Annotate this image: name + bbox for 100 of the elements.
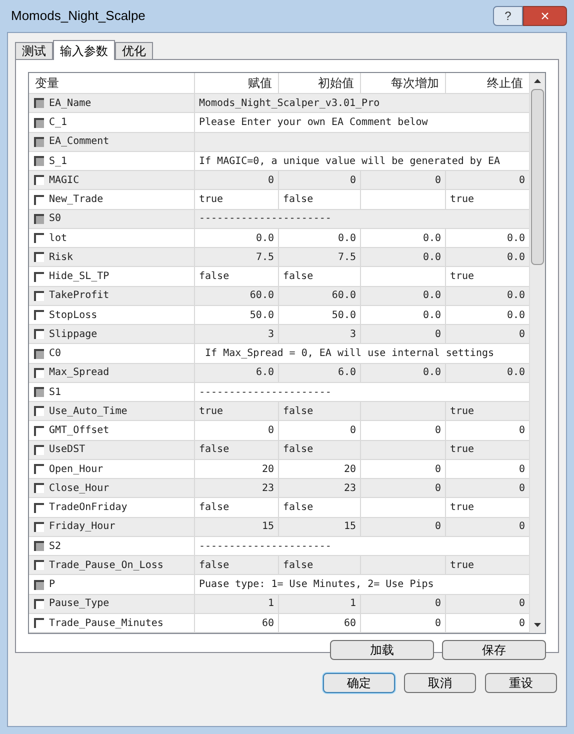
table-cell: false xyxy=(279,556,361,574)
scrollbar[interactable] xyxy=(529,73,545,633)
help-button[interactable]: ? xyxy=(493,6,523,26)
table-cell-text: ---------------------- xyxy=(198,212,332,226)
dialog-button[interactable]: 确定 xyxy=(323,673,395,693)
parameter-name: EA_Name xyxy=(49,96,92,111)
table-cell: 3 xyxy=(195,325,279,344)
table-cell: 0 xyxy=(195,421,279,440)
checkbox[interactable] xyxy=(34,290,44,301)
table-cell: 0 xyxy=(361,479,446,498)
table-cell: 0.0 xyxy=(361,306,446,324)
close-button[interactable]: × xyxy=(523,6,567,26)
scroll-down-icon[interactable] xyxy=(534,623,541,627)
table-cell: 0.0 xyxy=(361,364,446,382)
table-cell: false xyxy=(279,440,361,459)
dialog-button[interactable]: 取消 xyxy=(404,673,476,693)
table-cell-text: 0 xyxy=(518,482,526,496)
table-cell: 0.0 xyxy=(361,248,446,266)
table-cell-text: 0.0 xyxy=(506,232,526,246)
table-cell-text: 0 xyxy=(518,174,526,188)
table-cell: 6.0 xyxy=(279,364,361,382)
table-cell-text: 0 xyxy=(518,328,526,342)
table-cell: 23 xyxy=(195,479,279,498)
table-cell: 7.5 xyxy=(195,248,279,266)
tab[interactable]: 优化 xyxy=(115,42,153,59)
checkbox[interactable] xyxy=(34,406,44,416)
table-cell: 0.0 xyxy=(361,228,446,248)
checkbox[interactable] xyxy=(34,368,44,378)
table-cell-text: true xyxy=(449,501,476,516)
table-cell: 0 xyxy=(361,171,446,190)
parameter-name: MAGIC xyxy=(49,174,80,188)
scroll-up-icon[interactable] xyxy=(534,79,541,83)
table-cell-text: 0 xyxy=(518,616,526,631)
table-cell: true xyxy=(195,190,279,209)
parameter-name: TradeOnFriday xyxy=(49,501,128,516)
dialog-button[interactable]: 重设 xyxy=(485,673,557,693)
table-cell: 0.0 xyxy=(195,228,279,248)
parameter-name: Slippage xyxy=(49,328,98,342)
checkbox[interactable] xyxy=(34,329,44,340)
table-cell: 1 xyxy=(279,594,361,613)
parameter-name: Use_Auto_Time xyxy=(49,404,128,419)
checkbox[interactable] xyxy=(34,483,44,494)
table-cell: 0 xyxy=(361,518,446,536)
table-cell: true xyxy=(195,402,279,420)
parameter-name: S_1 xyxy=(49,154,68,169)
table-cell: 60 xyxy=(195,614,279,632)
column-header[interactable]: 变量 xyxy=(29,73,195,94)
parameter-name: Hide_SL_TP xyxy=(49,270,110,284)
table-cell: 3 xyxy=(279,325,361,344)
table-cell: 60 xyxy=(279,614,361,632)
table-cell-text: Puase type: 1= Use Minutes, 2= Use Pips xyxy=(198,578,435,592)
checkbox[interactable] xyxy=(34,522,44,532)
table-cell-text: 0.0 xyxy=(506,250,526,265)
table-cell: false xyxy=(195,267,279,286)
parameter-name: UseDST xyxy=(49,443,86,458)
parameter-name: StopLoss xyxy=(49,308,98,323)
table-cell: 20 xyxy=(279,460,361,478)
parameter-name: C0 xyxy=(49,347,62,362)
table-cell-text: If Max_Spread = 0, EA will use internal settings xyxy=(204,347,496,362)
table-cell: false xyxy=(195,498,279,517)
column-header[interactable]: 初始值 xyxy=(279,73,361,94)
table-cell-text: Momods_Night_Scalper_v3.01_Pro xyxy=(198,96,381,111)
table-cell: 15 xyxy=(195,518,279,536)
table-cell-text: true xyxy=(449,270,476,284)
window-title: Momods_Night_Scalpe xyxy=(10,7,146,26)
table-cell-text: 0.0 xyxy=(506,366,526,380)
checkbox[interactable] xyxy=(34,252,44,262)
table-cell: 0 xyxy=(361,594,446,613)
table-cell: 0 xyxy=(361,325,446,344)
table-cell: false xyxy=(195,556,279,574)
table-cell: 15 xyxy=(279,518,361,536)
table-cell-text: true xyxy=(449,404,476,419)
column-header[interactable]: 每次增加 xyxy=(361,73,446,94)
tab[interactable]: 输入参数 xyxy=(53,40,115,60)
table-cell-text: Please Enter your own EA Comment below xyxy=(198,116,429,130)
column-header[interactable]: 终止值 xyxy=(446,73,529,94)
table-cell: 6.0 xyxy=(195,364,279,382)
checkbox[interactable] xyxy=(34,560,44,570)
table-cell: 60.0 xyxy=(279,286,361,305)
table-cell: 0 xyxy=(361,421,446,440)
parameter-name: Close_Hour xyxy=(49,482,110,496)
tab[interactable]: 测试 xyxy=(15,42,53,59)
table-cell-text: 0 xyxy=(518,462,526,477)
table-cell: 60.0 xyxy=(195,286,279,305)
table-cell: 1 xyxy=(195,594,279,613)
column-header[interactable]: 赋值 xyxy=(195,73,279,94)
table-cell: 50.0 xyxy=(195,306,279,324)
table-cell: 50.0 xyxy=(279,306,361,324)
table-cell: false xyxy=(195,440,279,459)
table-cell-text: 0 xyxy=(518,520,526,534)
table-cell-text: 0 xyxy=(518,424,526,438)
checkbox[interactable] xyxy=(34,175,44,186)
table-cell-text: true xyxy=(449,558,476,573)
checkbox[interactable] xyxy=(34,444,44,455)
checkbox[interactable] xyxy=(34,598,44,609)
table-cell-text: 0.0 xyxy=(506,308,526,323)
dialog-button[interactable]: 加载 xyxy=(330,640,434,660)
parameter-name: P xyxy=(49,578,56,592)
parameter-name: Max_Spread xyxy=(49,366,110,380)
dialog-button[interactable]: 保存 xyxy=(442,640,546,660)
